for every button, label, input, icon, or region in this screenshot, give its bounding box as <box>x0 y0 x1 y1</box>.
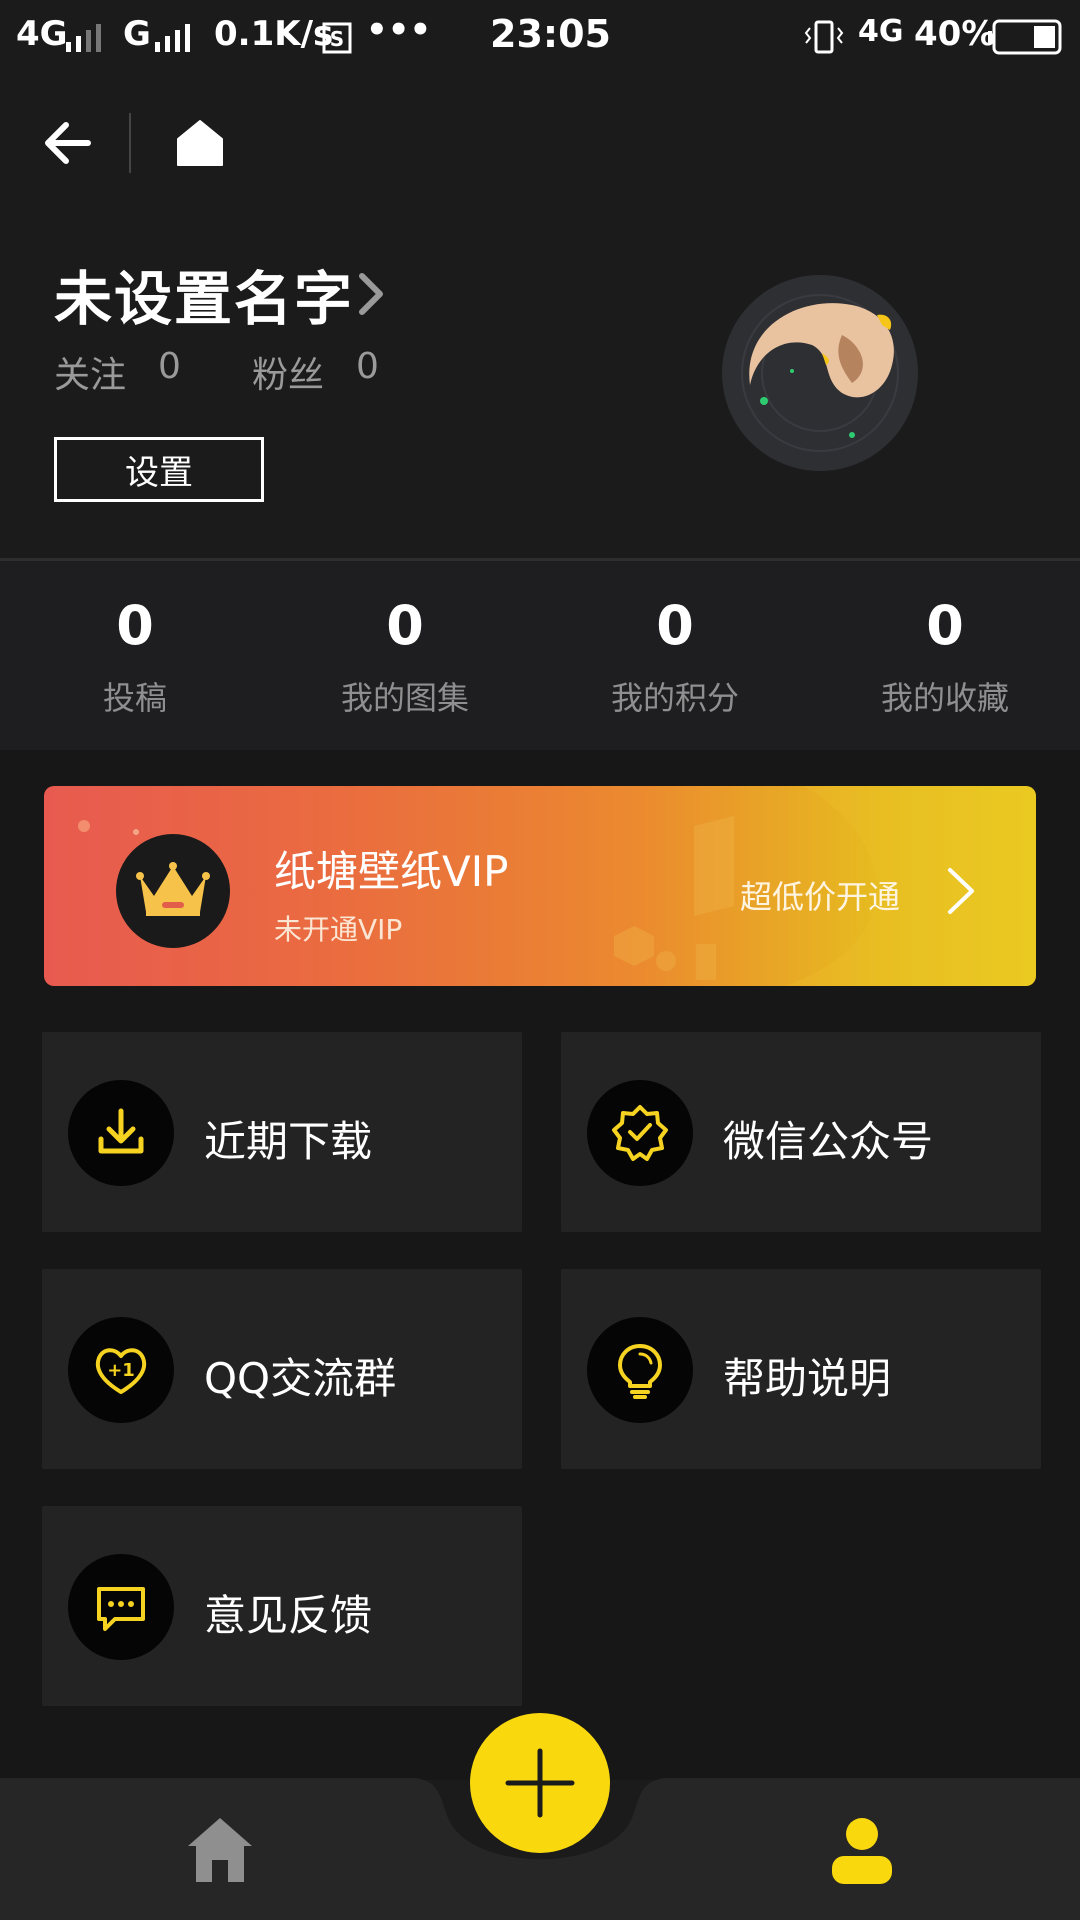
plus-icon <box>505 1748 575 1818</box>
avatar-illustration-icon <box>741 294 899 452</box>
profile-name: 未设置名字 <box>54 265 355 333</box>
tile-icon-bg <box>587 1317 693 1423</box>
fans-label[interactable]: 粉丝 <box>252 346 324 398</box>
home-button[interactable] <box>172 115 228 171</box>
svg-text:S: S <box>330 27 344 51</box>
vip-crown-badge <box>116 834 230 948</box>
network-type-left: 4G <box>16 14 68 54</box>
lightbulb-icon <box>618 1344 662 1399</box>
stat-value: 0 <box>386 594 424 657</box>
add-button[interactable] <box>470 1713 610 1853</box>
heart-plus-one-icon: +1 <box>95 1348 147 1394</box>
chevron-right-icon <box>948 868 974 914</box>
fans-count[interactable]: 0 <box>356 346 379 387</box>
home-shape-icon <box>177 120 223 166</box>
sim-icon: S <box>322 22 352 54</box>
vip-banner[interactable]: 纸塘壁纸VIP 未开通VIP 超低价开通 <box>44 786 1036 986</box>
vip-status: 未开通VIP <box>274 913 403 946</box>
badge-check-icon <box>612 1105 668 1161</box>
tile-label: QQ交流群 <box>204 1354 397 1403</box>
back-arrow-icon <box>45 122 91 164</box>
stat-label: 我的图集 <box>340 679 469 717</box>
avatar[interactable] <box>722 275 918 471</box>
crown-icon <box>136 862 210 916</box>
tile-icon-bg <box>68 1554 174 1660</box>
network-type-right: 4G <box>858 14 904 49</box>
profile-icon <box>832 1818 892 1884</box>
tile-icon-bg: +1 <box>68 1317 174 1423</box>
menu-wechat-account[interactable]: 微信公众号 <box>561 1032 1041 1232</box>
menu-recent-downloads[interactable]: 近期下载 <box>42 1032 522 1232</box>
nav-profile[interactable] <box>822 1812 902 1892</box>
chevron-right-icon[interactable] <box>356 272 386 316</box>
battery-icon <box>988 19 1062 55</box>
profile-name-row[interactable]: 未设置名字 <box>54 252 355 333</box>
vip-title: 纸塘壁纸VIP <box>274 847 509 896</box>
stat-points[interactable]: 0 我的积分 <box>540 591 810 719</box>
stat-submissions[interactable]: 0 投稿 <box>0 591 270 719</box>
download-icon <box>98 1108 144 1154</box>
following-label[interactable]: 关注 <box>54 346 126 398</box>
vip-open-link[interactable]: 超低价开通 <box>740 872 900 918</box>
menu-help[interactable]: 帮助说明 <box>561 1269 1041 1469</box>
settings-button[interactable]: 设置 <box>54 437 264 502</box>
stat-value: 0 <box>116 594 154 657</box>
clock: 23:05 <box>490 12 611 56</box>
stat-value: 0 <box>926 594 964 657</box>
stat-label: 我的收藏 <box>880 679 1009 717</box>
chat-bubble-icon <box>97 1587 145 1631</box>
stat-label: 投稿 <box>102 679 167 717</box>
stat-albums[interactable]: 0 我的图集 <box>270 591 540 719</box>
signal-strength-icon <box>66 24 101 52</box>
home-icon <box>188 1818 252 1882</box>
following-count[interactable]: 0 <box>158 346 181 387</box>
network-speed: 0.1K/s <box>214 14 334 54</box>
network-type-mid: G <box>123 14 151 54</box>
tile-icon-bg <box>68 1080 174 1186</box>
stats-section: 0 投稿 0 我的图集 0 我的积分 0 我的收藏 <box>0 558 1080 753</box>
status-bar: 4G G 0.1K/s S ••• 23:05 4G 40% <box>0 0 1080 76</box>
svg-text:+1: +1 <box>107 1360 135 1381</box>
more-notifications: ••• <box>366 10 432 50</box>
header-divider <box>129 113 131 173</box>
tile-label: 近期下载 <box>204 1117 373 1166</box>
tile-label: 微信公众号 <box>723 1117 934 1166</box>
tile-label: 帮助说明 <box>723 1354 892 1403</box>
vibrate-icon <box>804 20 844 54</box>
menu-qq-group[interactable]: +1 QQ交流群 <box>42 1269 522 1469</box>
battery-percent: 40% <box>914 14 996 54</box>
stat-value: 0 <box>656 594 694 657</box>
nav-home[interactable] <box>182 1812 258 1888</box>
back-button[interactable] <box>40 115 96 171</box>
stat-label: 我的积分 <box>610 679 739 717</box>
signal-strength-icon-2 <box>155 24 190 52</box>
tile-icon-bg <box>587 1080 693 1186</box>
menu-feedback[interactable]: 意见反馈 <box>42 1506 522 1706</box>
stat-favorites[interactable]: 0 我的收藏 <box>810 591 1080 719</box>
tile-label: 意见反馈 <box>204 1591 373 1640</box>
